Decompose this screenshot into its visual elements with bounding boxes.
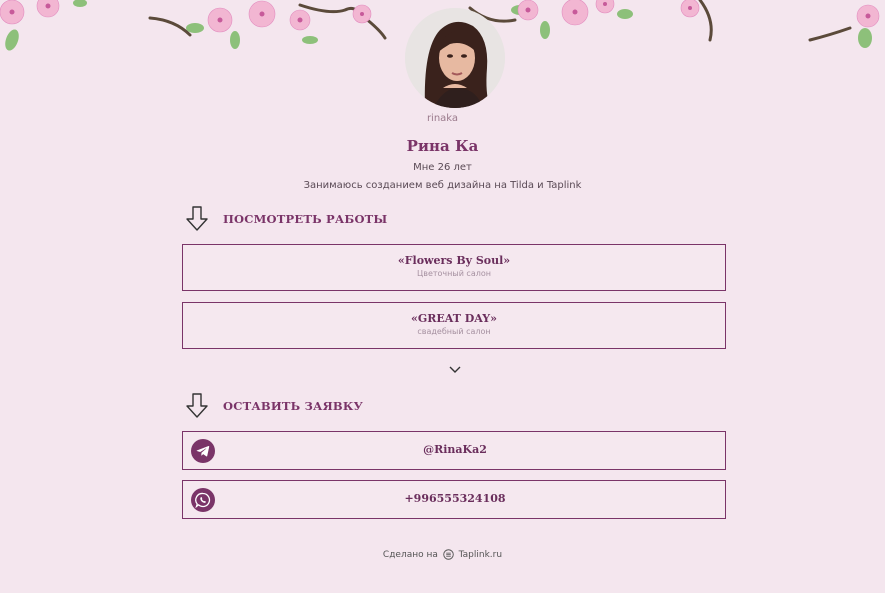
taplink-logo-icon bbox=[443, 549, 454, 560]
work-card-great-day[interactable]: «GREAT DAY» свадебный салон bbox=[182, 302, 726, 349]
username: rinaka bbox=[426, 113, 459, 124]
work-card-flowers[interactable]: «Flowers By Soul» Цветочный салон bbox=[182, 244, 726, 291]
works-section-heading: ПОСМОТРЕТЬ РАБОТЫ bbox=[185, 206, 387, 232]
work-card-title: «GREAT DAY» bbox=[411, 312, 497, 325]
avatar[interactable] bbox=[405, 8, 505, 108]
work-card-title: «Flowers By Soul» bbox=[397, 254, 511, 267]
telegram-button[interactable]: @RinaKa2 bbox=[182, 431, 726, 470]
arrow-down-icon bbox=[186, 393, 208, 418]
footer-taplink-link[interactable]: Taplink.ru bbox=[459, 550, 502, 560]
profile-name: Рина Ка bbox=[406, 137, 479, 155]
chevron-down-icon bbox=[449, 366, 461, 373]
work-card-subtitle: свадебный салон bbox=[417, 327, 491, 336]
section-divider bbox=[360, 366, 550, 373]
arrow-down-icon bbox=[186, 206, 208, 231]
telegram-label: @RinaKa2 bbox=[423, 443, 487, 456]
avatar-photo bbox=[405, 8, 505, 108]
bio-line-2: Занимаюсь созданием веб дизайна на Tilda… bbox=[303, 180, 582, 191]
work-card-subtitle: Цветочный салон bbox=[417, 269, 491, 278]
request-section-heading: ОСТАВИТЬ ЗАЯВКУ bbox=[185, 393, 363, 419]
footer-prefix: Сделано на bbox=[382, 550, 438, 560]
request-section-title: ОСТАВИТЬ ЗАЯВКУ bbox=[223, 399, 364, 413]
bio-line-1: Мне 26 лет bbox=[413, 162, 472, 173]
whatsapp-label: +996555324108 bbox=[404, 492, 506, 505]
whatsapp-button[interactable]: +996555324108 bbox=[182, 480, 726, 519]
works-section-title: ПОСМОТРЕТЬ РАБОТЫ bbox=[223, 212, 388, 226]
footer: Сделано на Taplink.ru bbox=[0, 549, 885, 560]
